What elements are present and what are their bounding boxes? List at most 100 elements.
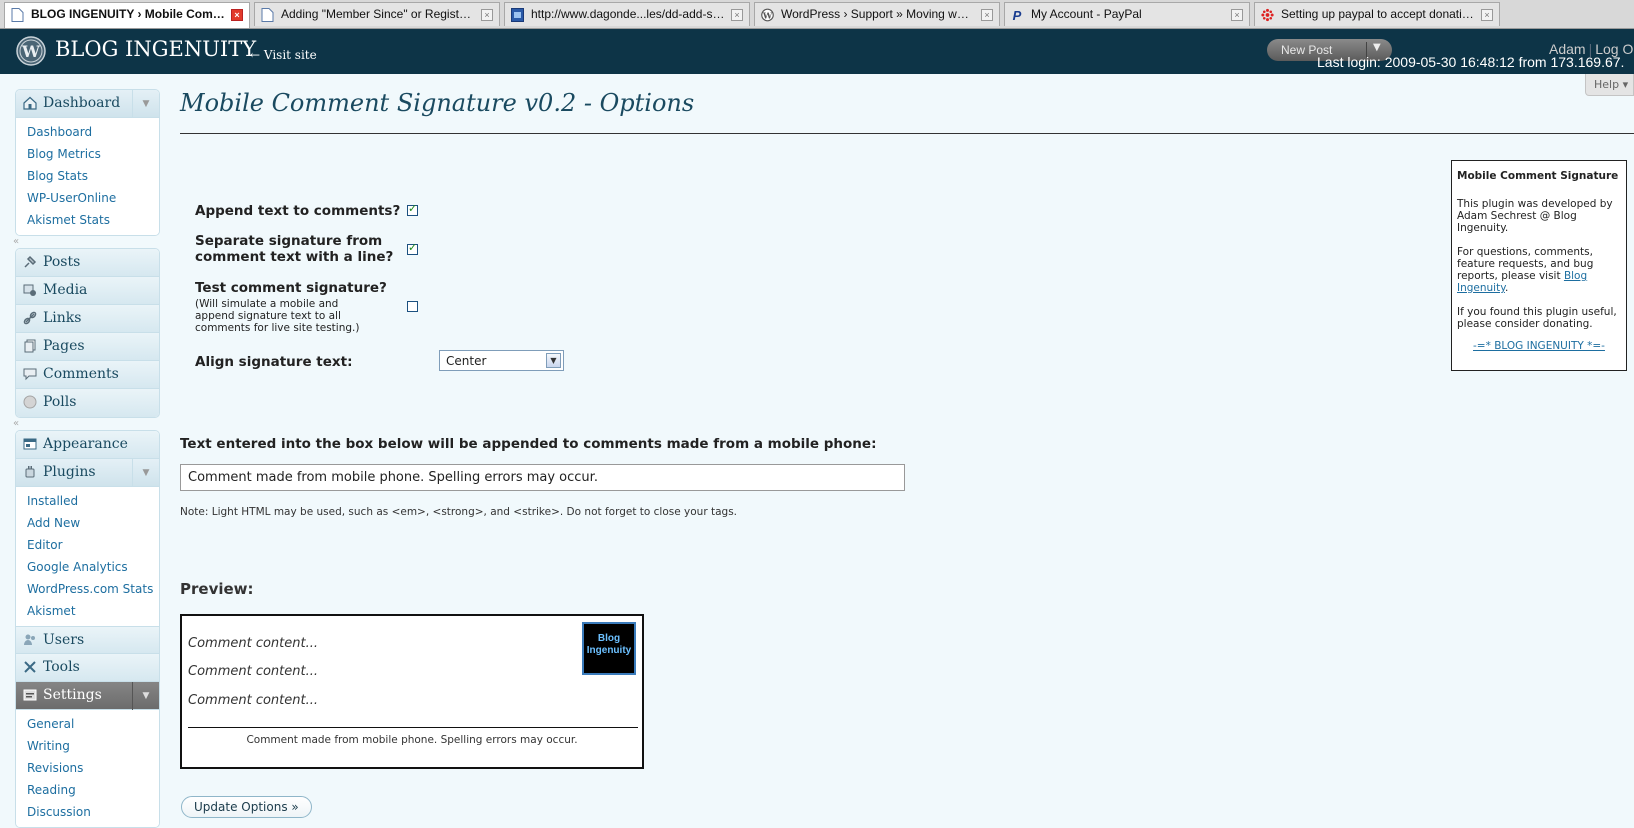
submenu-item[interactable]: Akismet Configuration (16, 600, 159, 640)
menu-separator[interactable]: « (13, 418, 160, 430)
blog-ingenuity-logo: Blog Ingenuity (582, 622, 636, 675)
blog-ingenuity-banner-link[interactable]: -=* BLOG INGENUITY *=- (1473, 340, 1605, 352)
preview-box: Comment content... Comment content... Co… (180, 614, 644, 769)
submenu-item[interactable]: Writing (16, 735, 159, 757)
preview-comment: Comment content... (188, 664, 318, 679)
test-help-text: (Will simulate a mobile and append signa… (195, 298, 387, 334)
chevron-down-icon[interactable]: ▼ (546, 353, 561, 368)
chevron-down-icon[interactable]: ▼ (132, 682, 159, 710)
align-label: Align signature text: (195, 354, 353, 370)
visit-site-link[interactable]: ← Visit site (250, 48, 317, 62)
browser-tab-3[interactable]: http://www.dagonde...les/dd-add-sig.txt … (504, 2, 750, 26)
chevron-down-icon[interactable]: ▼ (1373, 42, 1381, 53)
submenu-item[interactable]: WordPress.com Stats (16, 578, 159, 600)
update-options-button[interactable]: Update Options » (181, 796, 312, 818)
menu-comments[interactable]: Comments (16, 361, 159, 389)
menu-label: Links (43, 310, 82, 326)
menu-label: Polls (43, 394, 77, 410)
append-checkbox[interactable] (407, 202, 418, 216)
menu-group-content: Posts Media Links Pages Comments Polls (15, 248, 160, 418)
signature-text-input[interactable]: Comment made from mobile phone. Spelling… (180, 464, 905, 491)
menu-separator[interactable]: « (13, 236, 160, 248)
menu-posts[interactable]: Posts (16, 249, 159, 277)
close-icon[interactable]: × (731, 9, 743, 21)
plugin-info-box: Mobile Comment Signature This plugin was… (1451, 160, 1627, 371)
html-note: Note: Light HTML may be used, such as <e… (180, 506, 738, 518)
menu-links[interactable]: Links (16, 305, 159, 333)
title-divider (180, 133, 1634, 134)
tab-label: http://www.dagonde...les/dd-add-sig.txt (531, 7, 725, 21)
polls-icon (23, 395, 37, 409)
submenu-item[interactable]: Revisions (16, 757, 159, 779)
close-icon[interactable]: × (1231, 9, 1243, 21)
menu-users[interactable]: Users (16, 626, 159, 654)
browser-tab-5[interactable]: P My Account - PayPal × (1004, 2, 1250, 26)
pin-icon (24, 255, 37, 268)
browser-tab-4[interactable]: W WordPress › Support » Moving wp-conf..… (754, 2, 1000, 26)
menu-label: Tools (43, 659, 80, 675)
preview-heading: Preview: (180, 580, 254, 598)
chevron-down-icon[interactable]: ▼ (132, 90, 159, 118)
browser-tab-2[interactable]: Adding "Member Since" or Register Dat...… (254, 2, 500, 26)
submenu-item[interactable]: Discussion (16, 801, 159, 823)
submenu-item[interactable]: Add New (16, 512, 159, 534)
close-icon[interactable]: × (1481, 9, 1493, 21)
svg-text:P: P (1013, 8, 1022, 22)
tab-label: My Account - PayPal (1031, 7, 1142, 21)
menu-plugins[interactable]: Plugins ▼ (16, 459, 159, 487)
submenu-plugins: Installed Add New Editor Google Analytic… (16, 487, 159, 640)
submenu-item[interactable]: Dashboard (16, 121, 159, 143)
menu-label: Pages (43, 338, 85, 354)
menu-pages[interactable]: Pages (16, 333, 159, 361)
collapse-icon[interactable]: « (13, 418, 19, 429)
plugin-info-developer: This plugin was developed by Adam Sechre… (1457, 198, 1613, 234)
submenu-item[interactable]: Akismet Stats (16, 209, 159, 231)
close-icon[interactable]: × (231, 9, 243, 21)
browser-tab-1[interactable]: BLOG INGENUITY › Mobile Comme... × (4, 2, 250, 28)
menu-appearance[interactable]: Appearance (16, 431, 159, 459)
help-button[interactable]: Help ▾ (1585, 74, 1634, 96)
chevron-down-icon[interactable]: ▼ (132, 459, 159, 487)
browser-tab-bar: BLOG INGENUITY › Mobile Comme... × Addin… (0, 0, 1634, 29)
test-checkbox[interactable] (407, 301, 418, 312)
menu-dashboard[interactable]: Dashboard ▼ (16, 90, 159, 118)
submenu-dashboard: Dashboard Blog Metrics Blog Stats WP-Use… (16, 118, 159, 235)
users-icon (24, 634, 35, 645)
menu-label: Users (43, 632, 85, 648)
support-suffix: . (1504, 282, 1509, 294)
menu-label: Settings (43, 687, 102, 703)
collapse-icon[interactable]: « (13, 236, 19, 247)
close-icon[interactable]: × (481, 9, 493, 21)
menu-polls[interactable]: Polls (16, 389, 159, 417)
submenu-item[interactable]: Google Analytics (16, 556, 159, 578)
submenu-item[interactable]: Reading (16, 779, 159, 801)
submenu-item[interactable]: Blog Metrics (16, 143, 159, 165)
menu-group-admin: Appearance Plugins ▼ Installed Add New E… (15, 430, 160, 828)
menu-tools[interactable]: Tools (16, 654, 159, 682)
tab-label: BLOG INGENUITY › Mobile Comme... (31, 7, 225, 21)
submenu-item[interactable]: Blog Stats (16, 165, 159, 187)
wordpress-icon: W (761, 8, 774, 22)
close-icon[interactable]: × (981, 9, 993, 21)
align-select[interactable]: Center ▼ (439, 350, 564, 371)
menu-media[interactable]: Media (16, 277, 159, 305)
menu-label: Posts (43, 254, 81, 270)
flower-icon (1261, 8, 1274, 22)
submenu-item[interactable]: Editor (16, 534, 159, 556)
settings-icon (23, 689, 37, 701)
submenu-item[interactable]: WP-UserOnline (16, 187, 159, 209)
blog-ingenuity-banner-link-wrap: -=* BLOG INGENUITY *=- (1457, 340, 1621, 352)
browser-tab-6[interactable]: Setting up paypal to accept donations. .… (1254, 2, 1500, 26)
blog-name[interactable]: BLOG INGENUITY (55, 37, 256, 61)
align-select-value: Center (446, 354, 487, 368)
submenu-item[interactable]: General (16, 713, 159, 735)
separate-checkbox[interactable] (407, 241, 418, 255)
separate-label: Separate signature from comment text wit… (195, 233, 393, 265)
submenu-item[interactable]: Installed (16, 490, 159, 512)
paypal-icon: P (1013, 8, 1022, 22)
menu-settings[interactable]: Settings ▼ (16, 682, 159, 710)
svg-text:W: W (21, 42, 41, 61)
wordpress-logo-icon: W (16, 36, 46, 66)
test-help-line-3: comments for live site testing.) (195, 322, 360, 334)
appearance-icon (23, 438, 37, 450)
